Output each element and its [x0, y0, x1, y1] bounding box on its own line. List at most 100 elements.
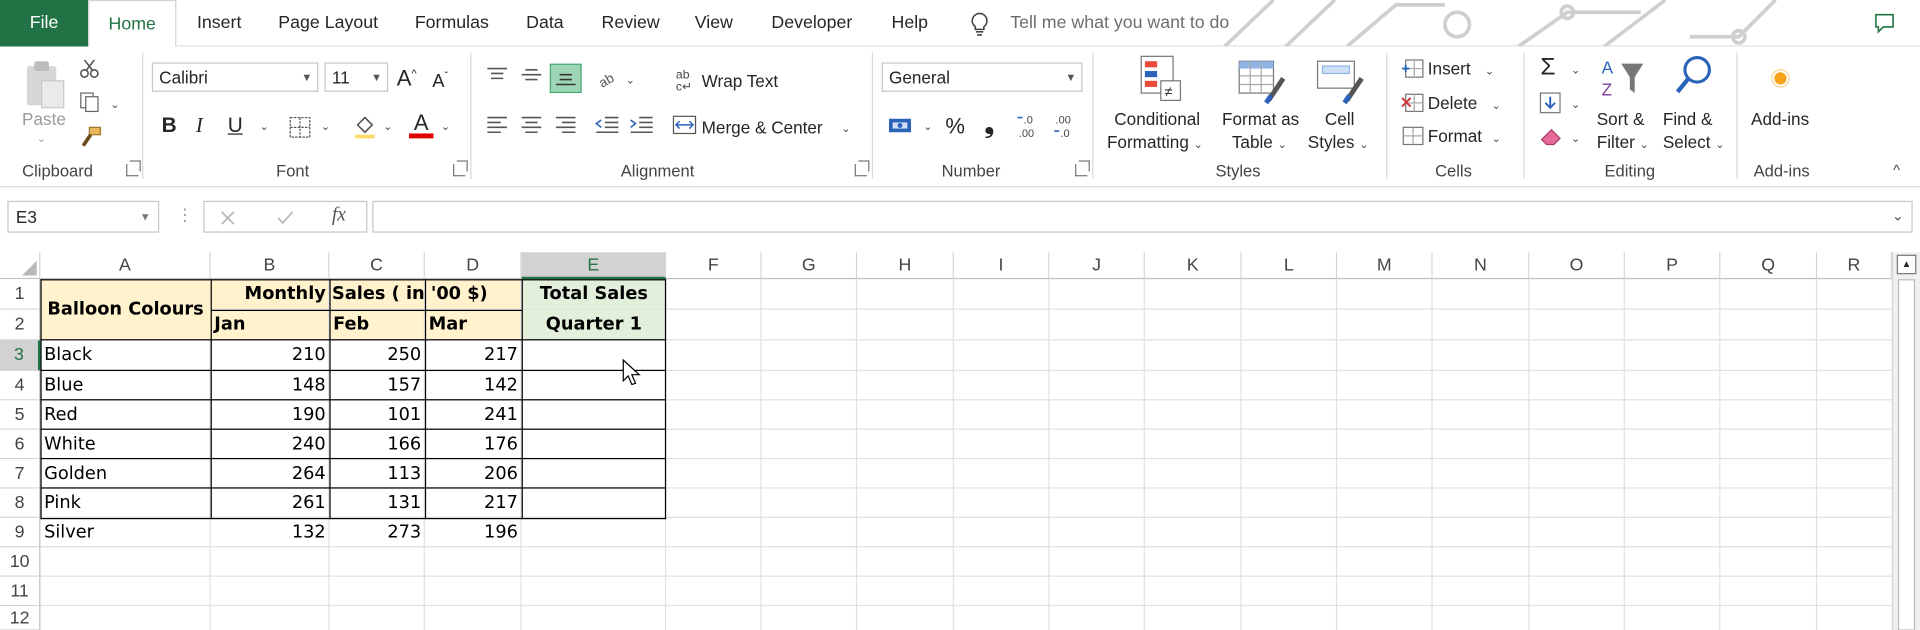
- row-header-12[interactable]: 12: [0, 606, 41, 630]
- cell-e5[interactable]: [522, 400, 666, 429]
- bold-button[interactable]: B: [162, 114, 177, 138]
- column-header-b[interactable]: B: [210, 252, 330, 280]
- cell-c3[interactable]: 250: [329, 340, 425, 371]
- row-header-7[interactable]: 7: [0, 459, 41, 489]
- tab-formulas[interactable]: Formulas: [404, 0, 500, 47]
- cell-d8[interactable]: 217: [425, 489, 522, 518]
- merge-center-chevron-icon[interactable]: ⌄: [841, 122, 850, 135]
- cell-a3[interactable]: Black: [40, 340, 210, 371]
- column-header-m[interactable]: M: [1337, 252, 1433, 280]
- expand-formula-bar-icon[interactable]: ⌄: [1892, 207, 1904, 224]
- tab-view[interactable]: View: [686, 0, 742, 47]
- decrease-font-size-icon[interactable]: Aˇ: [432, 70, 448, 92]
- tab-developer[interactable]: Developer: [759, 0, 864, 47]
- align-bottom-button[interactable]: [549, 63, 582, 94]
- sort-filter-button[interactable]: AZ Sort & Filter ⌄: [1589, 54, 1658, 157]
- cell-a5[interactable]: Red: [40, 400, 210, 429]
- clear-icon[interactable]: [1538, 125, 1565, 147]
- percent-style-button[interactable]: %: [945, 114, 965, 140]
- cell-c5[interactable]: 101: [329, 400, 425, 429]
- row-header-5[interactable]: 5: [0, 400, 41, 430]
- cell-d4[interactable]: 142: [425, 371, 522, 400]
- formula-input[interactable]: ⌄: [372, 200, 1913, 233]
- scrollbar-thumb[interactable]: [1897, 279, 1916, 630]
- align-center-icon[interactable]: [519, 115, 543, 135]
- cell-c6[interactable]: 166: [329, 430, 425, 459]
- tab-file[interactable]: File: [0, 0, 89, 47]
- cell-b6[interactable]: 240: [211, 430, 330, 459]
- column-header-r[interactable]: R: [1817, 252, 1892, 280]
- cell-c2[interactable]: Feb: [329, 310, 425, 341]
- column-header-l[interactable]: L: [1241, 252, 1338, 280]
- column-header-h[interactable]: H: [857, 252, 954, 280]
- cell-e8[interactable]: [522, 489, 666, 518]
- column-header-n[interactable]: N: [1432, 252, 1530, 280]
- column-header-d[interactable]: D: [424, 252, 522, 280]
- tab-insert[interactable]: Insert: [184, 0, 255, 47]
- cell-b8[interactable]: 261: [211, 489, 330, 518]
- cell-c8[interactable]: 131: [329, 489, 425, 518]
- number-launcher-icon[interactable]: [1075, 160, 1090, 177]
- decrease-decimal-icon[interactable]: .00.0: [1053, 111, 1082, 140]
- alignment-launcher-icon[interactable]: [854, 160, 870, 177]
- row-header-8[interactable]: 8: [0, 488, 41, 518]
- column-header-a[interactable]: A: [40, 252, 211, 280]
- underline-button[interactable]: U: [228, 114, 243, 138]
- tab-page-layout[interactable]: Page Layout: [267, 0, 389, 47]
- font-name-dropdown[interactable]: Calibri ▼: [151, 62, 319, 92]
- fill-color-chevron-icon[interactable]: ⌄: [383, 120, 392, 133]
- cancel-icon[interactable]: [219, 209, 236, 226]
- copy-icon[interactable]: [78, 91, 102, 113]
- merge-center-button[interactable]: Merge & Center: [702, 118, 823, 138]
- column-header-o[interactable]: O: [1529, 252, 1625, 280]
- column-header-c[interactable]: C: [329, 252, 425, 280]
- delete-cells-button[interactable]: Delete ⌄: [1428, 93, 1501, 113]
- column-header-q[interactable]: Q: [1720, 252, 1818, 280]
- column-header-f[interactable]: F: [666, 252, 762, 280]
- column-header-g[interactable]: G: [761, 252, 858, 280]
- orientation-chevron-icon[interactable]: ⌄: [626, 73, 635, 86]
- orientation-icon[interactable]: ab: [596, 66, 620, 88]
- number-format-dropdown[interactable]: General ▼: [881, 62, 1083, 92]
- row-header-9[interactable]: 9: [0, 517, 41, 548]
- select-all-button[interactable]: [0, 252, 41, 280]
- cell-a8[interactable]: Pink: [40, 489, 210, 518]
- worksheet-grid[interactable]: A B C D E F G H I J K L M N O P Q R 1 2 3 4 5 6 7 8 9 10 11 12 Balloon…: [0, 252, 1920, 630]
- row-header-6[interactable]: 6: [0, 429, 41, 460]
- cell-d2[interactable]: Mar: [425, 310, 522, 341]
- borders-icon[interactable]: [288, 115, 312, 139]
- wrap-text-button[interactable]: Wrap Text: [702, 71, 779, 91]
- row-header-2[interactable]: 2: [0, 309, 41, 341]
- tab-help[interactable]: Help: [879, 0, 940, 47]
- cell-e9[interactable]: [522, 518, 666, 547]
- tab-review[interactable]: Review: [593, 0, 669, 47]
- cell-a4[interactable]: Blue: [40, 371, 210, 400]
- align-middle-icon[interactable]: [519, 66, 543, 83]
- find-select-button[interactable]: Find & Select ⌄: [1658, 54, 1727, 157]
- scroll-up-icon[interactable]: ▲: [1896, 254, 1917, 275]
- column-header-k[interactable]: K: [1144, 252, 1242, 280]
- fill-icon[interactable]: [1538, 91, 1562, 115]
- name-box[interactable]: E3 ▼: [7, 200, 160, 233]
- align-top-icon[interactable]: [485, 66, 509, 83]
- format-as-table-button[interactable]: Format as Table ⌄: [1220, 54, 1306, 157]
- comments-icon[interactable]: [1873, 12, 1895, 34]
- insert-function-icon[interactable]: fx: [332, 204, 346, 226]
- cell-e6[interactable]: [522, 430, 666, 459]
- cell-e7[interactable]: [522, 459, 666, 488]
- borders-chevron-icon[interactable]: ⌄: [321, 120, 330, 133]
- row-header-3[interactable]: 3: [0, 340, 41, 372]
- cell-c4[interactable]: 157: [329, 371, 425, 400]
- fill-color-icon[interactable]: [351, 113, 378, 140]
- cell-a6[interactable]: White: [40, 430, 210, 459]
- column-header-e[interactable]: E: [521, 252, 667, 280]
- cell-a9[interactable]: Silver: [40, 518, 210, 547]
- clear-chevron-icon[interactable]: ⌄: [1571, 132, 1580, 145]
- decrease-indent-icon[interactable]: [594, 115, 621, 135]
- accounting-chevron-icon[interactable]: ⌄: [923, 120, 932, 133]
- autosum-icon[interactable]: Σ: [1540, 54, 1555, 82]
- cell-b3[interactable]: 210: [211, 340, 330, 371]
- font-size-dropdown[interactable]: 11 ▼: [324, 62, 389, 92]
- cell-b4[interactable]: 148: [211, 371, 330, 400]
- increase-decimal-icon[interactable]: .0.00: [1016, 111, 1045, 140]
